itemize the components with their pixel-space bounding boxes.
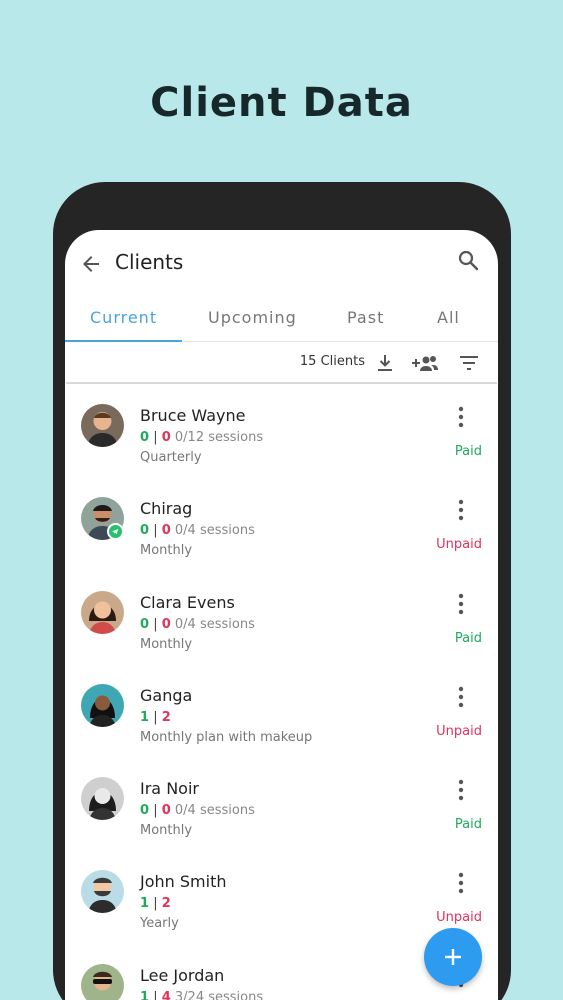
client-row[interactable]: Chirag 0 | 0 0/4 sessions Monthly Unpaid xyxy=(65,477,498,570)
tab-all[interactable]: All xyxy=(437,308,460,327)
search-icon[interactable] xyxy=(456,248,480,272)
plan-name: Monthly xyxy=(140,636,193,652)
more-vert-icon[interactable] xyxy=(452,406,470,428)
session-stats: 0 | 0 0/12 sessions xyxy=(140,430,264,445)
payment-status: Unpaid xyxy=(436,723,482,739)
add-client-button[interactable] xyxy=(424,928,482,986)
client-name: Chirag xyxy=(140,499,193,519)
client-list: Bruce Wayne 0 | 0 0/12 sessions Quarterl… xyxy=(65,384,498,1000)
avatar xyxy=(81,777,124,821)
client-name: John Smith xyxy=(140,872,227,892)
avatar xyxy=(81,590,124,634)
client-row[interactable]: Bruce Wayne 0 | 0 0/12 sessions Quarterl… xyxy=(65,384,498,477)
avatar xyxy=(81,683,124,727)
client-name: Ganga xyxy=(140,685,193,705)
session-stats: 0 | 0 0/4 sessions xyxy=(140,616,255,632)
tab-bar: Current Upcoming Past All xyxy=(65,296,498,342)
avatar xyxy=(81,404,124,447)
page-title: Clients xyxy=(115,250,184,274)
client-row[interactable]: Clara Evens 0 | 0 0/4 sessions Monthly P… xyxy=(65,571,498,664)
download-icon[interactable] xyxy=(373,351,397,375)
client-name: Clara Evens xyxy=(140,592,235,612)
more-vert-icon[interactable] xyxy=(452,872,470,894)
client-row[interactable]: John Smith 1 | 2 Yearly Unpaid xyxy=(65,850,498,943)
filter-icon[interactable] xyxy=(457,351,481,375)
tab-current[interactable]: Current xyxy=(90,308,157,327)
telegram-icon xyxy=(107,523,124,541)
more-vert-icon[interactable] xyxy=(452,686,470,708)
avatar xyxy=(81,870,124,914)
payment-status: Paid xyxy=(454,444,482,459)
client-name: Ira Noir xyxy=(140,779,199,799)
plan-name: Quarterly xyxy=(140,450,202,465)
app-screen: Clients Current Upcoming Past All 15 Cli… xyxy=(65,230,498,1000)
more-vert-icon[interactable] xyxy=(452,499,470,521)
client-row[interactable]: Ganga 1 | 2 Monthly plan with makeup Unp… xyxy=(65,664,498,757)
session-stats: 0 | 0 0/4 sessions xyxy=(140,523,255,539)
list-toolbar: 15 Clients xyxy=(66,342,497,384)
avatar xyxy=(81,963,124,1000)
session-stats: 1 | 2 xyxy=(140,896,171,912)
plan-name: Monthly xyxy=(140,823,193,839)
plan-name: Monthly plan with makeup xyxy=(140,729,313,745)
payment-status: Unpaid xyxy=(436,537,482,553)
plan-name: Monthly xyxy=(140,543,193,559)
client-count: 15 Clients xyxy=(299,354,365,369)
add-group-icon[interactable] xyxy=(411,351,439,375)
plan-name: Yearly xyxy=(140,916,179,932)
more-vert-icon[interactable] xyxy=(452,779,470,801)
tab-upcoming[interactable]: Upcoming xyxy=(208,308,297,327)
app-bar: Clients xyxy=(65,230,498,296)
session-stats: 0 | 0 0/4 sessions xyxy=(140,803,255,819)
payment-status: Paid xyxy=(454,630,482,646)
payment-status: Unpaid xyxy=(436,910,482,926)
session-stats: 1 | 2 xyxy=(140,709,171,725)
client-name: Bruce Wayne xyxy=(140,406,246,425)
headline: Client Data xyxy=(150,80,413,126)
client-name: Lee Jordan xyxy=(140,965,225,985)
tab-past[interactable]: Past xyxy=(347,308,384,327)
plus-icon xyxy=(445,949,461,965)
back-arrow-icon[interactable] xyxy=(79,252,103,276)
payment-status: Paid xyxy=(454,817,482,833)
more-vert-icon[interactable] xyxy=(452,593,470,615)
client-row[interactable]: Ira Noir 0 | 0 0/4 sessions Monthly Paid xyxy=(65,757,498,850)
session-stats: 1 | 4 3/24 sessions xyxy=(140,989,264,1000)
